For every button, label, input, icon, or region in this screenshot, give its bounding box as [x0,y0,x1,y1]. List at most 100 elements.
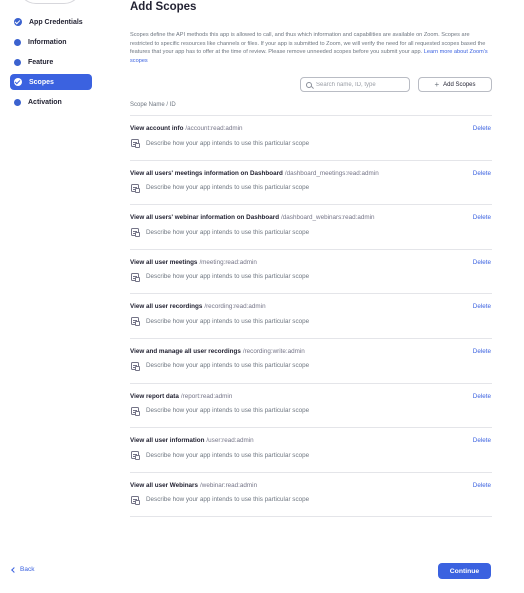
scope-id: /user:read:admin [206,437,254,445]
scope-note[interactable]: Describe how your app intends to use thi… [131,406,310,416]
scope-name: View account info [130,125,184,132]
delete-scope-button[interactable]: Delete [473,125,491,132]
scope-note[interactable]: Describe how your app intends to use thi… [131,495,310,505]
scope-note[interactable]: Describe how your app intends to use thi… [131,183,310,193]
scope-name: View all users' webinar information on D… [130,214,280,222]
scope-id: /report:read:admin [180,392,233,400]
delete-scope-button[interactable]: Delete [473,303,491,310]
scope-note-placeholder: Describe how your app intends to use thi… [146,362,310,370]
scope-note-placeholder: Describe how your app intends to use thi… [146,273,310,281]
dot-icon [14,38,21,46]
sidebar-item-label: Activation [28,98,62,106]
note-icon [131,451,140,461]
scope-list: View account info/account:read:admin Del… [130,116,492,518]
scope-row: View all user Webinars/webinar:read:admi… [130,473,492,518]
scope-row: View all user information/user:read:admi… [130,428,492,473]
add-scopes-label: Add Scopes [443,81,476,88]
app-logo-card [18,0,82,4]
sidebar-item-app-credentials[interactable]: App Credentials [10,14,92,30]
delete-scope-button[interactable]: Delete [473,482,491,489]
check-icon [14,18,22,26]
scope-title: View all user recordings/recording:read:… [130,303,266,310]
scope-row: View all user meetings/meeting:read:admi… [130,250,492,295]
plus-icon: + [434,79,440,89]
sidebar-item-information[interactable]: Information [10,34,92,50]
note-icon [131,183,140,193]
search-icon [306,81,312,88]
note-icon [131,272,140,282]
note-icon [131,228,140,238]
scopes-description: Scopes define the API methods this app i… [130,31,490,66]
note-icon [131,317,140,327]
scope-note[interactable]: Describe how your app intends to use thi… [131,451,309,461]
scope-row: View and manage all user recordings/reco… [130,339,492,384]
column-header: Scope Name / ID [130,102,176,108]
scope-row: View report data/report:read:admin Delet… [130,384,492,429]
scope-title: View all users' webinar information on D… [130,214,375,221]
scope-name: View all user Webinars [130,481,199,489]
scope-title: View and manage all user recordings/reco… [130,348,305,355]
dot-icon [14,98,21,106]
scope-id: /account:read:admin [185,125,243,132]
scope-id: /recording:read:admin [204,303,266,311]
search-input[interactable] [316,81,401,88]
delete-scope-button[interactable]: Delete [473,259,491,266]
scope-name: View all user meetings [130,258,198,266]
scope-note[interactable]: Describe how your app intends to use thi… [131,317,310,327]
sidebar-item-label: App Credentials [29,18,83,26]
scope-row: View all users' webinar information on D… [130,205,492,250]
scope-title: View all user Webinars/webinar:read:admi… [130,482,257,489]
dot-icon [14,58,21,66]
scope-name: View all user recordings [130,303,203,311]
scope-id: /meeting:read:admin [199,258,257,266]
continue-button[interactable]: Continue [438,563,491,579]
scope-title: View all users' meetings information on … [130,170,379,177]
scope-row: View account info/account:read:admin Del… [130,116,492,161]
scope-name: View all users' meetings information on … [130,169,283,177]
sidebar-item-label: Scopes [29,78,54,86]
delete-scope-button[interactable]: Delete [473,348,491,355]
scope-note-placeholder: Describe how your app intends to use thi… [146,407,310,415]
scope-name: View all user information [130,437,205,445]
scope-row: View all users' meetings information on … [130,161,492,206]
scope-note-placeholder: Describe how your app intends to use thi… [146,228,310,236]
note-icon [131,406,140,416]
sidebar-item-scopes[interactable]: Scopes [10,74,92,90]
scope-note-placeholder: Describe how your app intends to use thi… [146,317,310,325]
delete-scope-button[interactable]: Delete [473,437,491,444]
delete-scope-button[interactable]: Delete [473,393,491,400]
scope-title: View report data/report:read:admin [130,393,232,400]
scope-id: /webinar:read:admin [200,481,258,489]
scope-title: View account info/account:read:admin [130,125,242,132]
scope-note-placeholder: Describe how your app intends to use thi… [146,184,310,192]
scope-title: View all user information/user:read:admi… [130,437,254,444]
scope-name: View report data [130,392,179,400]
scope-note-placeholder: Describe how your app intends to use thi… [146,496,310,504]
back-button[interactable]: Back [11,566,35,573]
delete-scope-button[interactable]: Delete [473,170,491,177]
back-label: Back [20,566,35,573]
note-icon [131,495,140,505]
scope-note-placeholder: Describe how your app intends to use thi… [146,139,310,147]
scope-row: View all user recordings/recording:read:… [130,294,492,339]
add-scopes-button[interactable]: + Add Scopes [418,77,492,92]
scope-id: /dashboard_meetings:read:admin [284,169,379,177]
sidebar-item-activation[interactable]: Activation [10,94,92,110]
sidebar-item-label: Feature [28,58,54,66]
delete-scope-button[interactable]: Delete [473,214,491,221]
scope-note[interactable]: Describe how your app intends to use thi… [131,361,310,371]
sidebar-item-feature[interactable]: Feature [10,54,92,70]
scope-id: /dashboard_webinars:read:admin [281,214,375,222]
scope-name: View and manage all user recordings [130,347,241,355]
scopes-toolbar: + Add Scopes [300,77,492,92]
note-icon [131,361,140,371]
scope-note[interactable]: Describe how your app intends to use thi… [131,272,310,282]
sidebar-item-label: Information [28,38,67,46]
page-title: Add Scopes [130,1,197,13]
scope-note[interactable]: Describe how your app intends to use thi… [131,228,310,238]
search-box [300,77,410,92]
chevron-left-icon [11,566,17,573]
scope-note[interactable]: Describe how your app intends to use thi… [131,139,310,148]
step-sidebar: App Credentials Information Feature Scop… [10,14,92,114]
scopes-panel: Add Scopes Scopes define the API methods… [130,0,492,518]
